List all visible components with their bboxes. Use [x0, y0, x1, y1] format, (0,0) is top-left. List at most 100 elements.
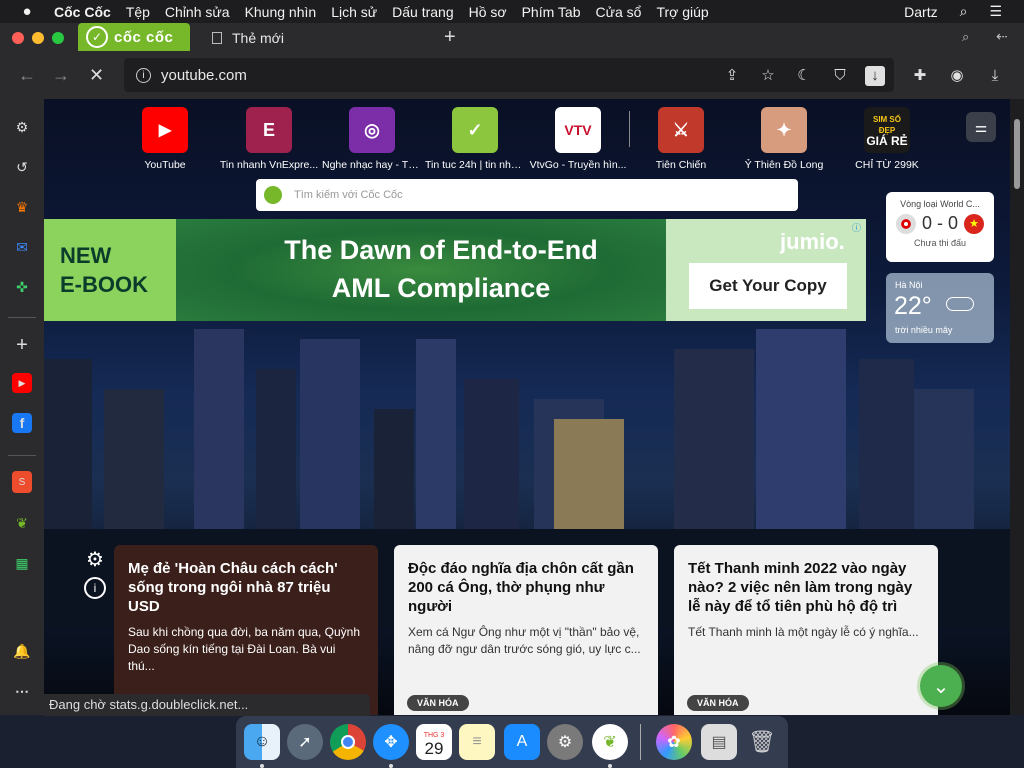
news-tag[interactable]: VĂN HÓA: [407, 695, 469, 711]
search-placeholder[interactable]: Tìm kiếm với Cốc Cốc: [294, 189, 403, 201]
menu-bookmarks[interactable]: Dấu trang: [392, 4, 453, 20]
add-app-icon[interactable]: +: [10, 333, 34, 357]
shopee-icon[interactable]: S: [12, 471, 32, 493]
speed-dial-tien-chien[interactable]: ⚔ Tiên Chiến: [631, 107, 731, 171]
gamepad-icon[interactable]: ✜: [10, 275, 34, 299]
stop-loading-button[interactable]: ✕: [89, 65, 104, 86]
back-arrow-icon[interactable]: ⇠: [996, 28, 1008, 45]
control-center-icon[interactable]: ☰: [989, 3, 1002, 20]
speed-dial-divider: [629, 111, 630, 147]
notes-icon[interactable]: ≡: [459, 724, 495, 760]
dark-mode-icon[interactable]: ☾: [794, 66, 814, 86]
search-box[interactable]: Tìm kiếm với Cốc Cốc: [256, 179, 798, 211]
app-store-icon[interactable]: A: [504, 724, 540, 760]
news-description: Tết Thanh minh là một ngày lễ có ý nghĩa…: [688, 625, 919, 639]
new-tab-button[interactable]: +: [444, 26, 456, 49]
calendar-icon[interactable]: THG 3 29: [416, 724, 452, 760]
forward-button[interactable]: →: [52, 65, 70, 86]
sidebar-divider: [8, 317, 36, 318]
back-button[interactable]: ←: [18, 65, 36, 86]
share-icon[interactable]: ⇪: [722, 66, 742, 86]
new-tab-page: ▶ YouTube E Tin nhanh VnExpre... ◎ Nghe …: [44, 99, 1010, 715]
speed-dial-youtube[interactable]: ▶ YouTube: [115, 107, 215, 171]
more-options-icon[interactable]: ⋯: [10, 679, 34, 703]
menu-profiles[interactable]: Hồ sơ: [469, 4, 507, 20]
sim-tile-line2: GIÁ RẺ: [866, 133, 908, 148]
spreadsheet-icon[interactable]: ▦: [10, 551, 34, 575]
scrollbar-thumb[interactable]: [1014, 119, 1020, 189]
dock-divider: [640, 724, 641, 760]
youtube-sidebar-icon[interactable]: ▶: [12, 373, 32, 393]
adchoices-icon[interactable]: ⓘ: [852, 221, 864, 233]
speed-dial-vnexpress[interactable]: E Tin nhanh VnExpre...: [219, 107, 319, 171]
finder-icon[interactable]: ☺: [244, 724, 280, 760]
history-icon[interactable]: ↺: [10, 155, 34, 179]
zoom-window-button[interactable]: [52, 32, 64, 44]
speed-dial-y-thien[interactable]: ✦ Ỷ Thiên Đồ Long: [734, 107, 834, 171]
macos-dock: ☺ ➚ ✥ THG 3 29 ≡ A ⚙ ❦ ✿ ▤ 🗑: [236, 716, 788, 768]
page-scrollbar[interactable]: [1010, 99, 1024, 715]
menu-help[interactable]: Trợ giúp: [656, 4, 708, 20]
menu-tabs[interactable]: Phím Tab: [522, 4, 581, 20]
news-title[interactable]: Mẹ đẻ 'Hoàn Châu cách cách' sống trong n…: [128, 559, 364, 616]
news-title[interactable]: Tết Thanh minh 2022 vào ngày nào? 2 việc…: [688, 559, 924, 616]
sidebar: ⚙ ↺ ♛ ✉ ✜ + ▶ f S ❦ ▦ 🔔 ⋯: [0, 99, 44, 715]
news-title[interactable]: Độc đáo nghĩa địa chôn cất gần 200 cá Ôn…: [408, 559, 644, 616]
feed-settings-icon[interactable]: ⚙: [84, 548, 106, 571]
settings-gear-icon[interactable]: ⚙: [10, 115, 34, 139]
weather-widget[interactable]: Hà Nội 22° trời nhiều mây: [886, 273, 994, 343]
extensions-icon[interactable]: ✚: [910, 66, 930, 86]
bookmark-star-icon[interactable]: ☆: [758, 66, 778, 86]
url-text[interactable]: youtube.com: [161, 67, 247, 84]
downloads-icon[interactable]: ⤓: [985, 66, 1005, 86]
launchpad-icon[interactable]: ➚: [287, 724, 323, 760]
ad-cta-button[interactable]: Get Your Copy: [689, 263, 847, 309]
news-card[interactable]: Độc đáo nghĩa địa chôn cất gần 200 cá Ôn…: [394, 545, 658, 715]
speed-dial-music[interactable]: ◎ Nghe nhạc hay - Tả...: [322, 107, 422, 171]
coccoc-brand-tab[interactable]: ✓ cốc cốc: [78, 23, 190, 51]
match-score: 0 - 0: [921, 213, 959, 233]
menu-file[interactable]: Tệp: [126, 4, 150, 20]
news-tag[interactable]: VĂN HÓA: [687, 695, 749, 711]
menu-edit[interactable]: Chỉnh sửa: [165, 4, 230, 20]
news-card[interactable]: Tết Thanh minh 2022 vào ngày nào? 2 việc…: [674, 545, 938, 715]
apple-icon[interactable]: ●: [14, 3, 40, 20]
world-cup-widget[interactable]: Vòng loại World C... 0 - 0 ★ Chưa thi đấ…: [886, 192, 994, 262]
profile-icon[interactable]: ◉: [947, 66, 967, 86]
close-window-button[interactable]: [12, 32, 24, 44]
ad-banner[interactable]: NEW E-BOOK The Dawn of End-to-End AML Co…: [44, 219, 866, 321]
trash-icon[interactable]: 🗑: [744, 724, 780, 760]
messenger-icon[interactable]: ✉: [10, 235, 34, 259]
address-bar[interactable]: i youtube.com: [124, 58, 894, 92]
shield-icon[interactable]: ⛉: [830, 66, 850, 86]
menu-user[interactable]: Dartz: [904, 4, 937, 20]
news-card[interactable]: Mẹ đẻ 'Hoàn Châu cách cách' sống trong n…: [114, 545, 378, 715]
spotlight-search-icon[interactable]: ⌕: [960, 3, 968, 20]
menu-history[interactable]: Lịch sử: [331, 4, 377, 20]
scroll-down-button[interactable]: ⌄: [920, 665, 962, 707]
crown-icon[interactable]: ♛: [10, 195, 34, 219]
menu-window[interactable]: Cửa sổ: [595, 4, 641, 20]
safari-icon[interactable]: ✥: [373, 724, 409, 760]
system-preferences-icon[interactable]: ⚙: [547, 724, 583, 760]
tab-new-tab[interactable]: Thẻ mới: [200, 24, 438, 51]
speed-dial-vtvgo[interactable]: VTV VtvGo - Truyền hìn...: [528, 107, 628, 171]
menu-app-name[interactable]: Cốc Cốc: [54, 4, 111, 20]
menu-view[interactable]: Khung nhìn: [245, 4, 317, 20]
customize-page-button[interactable]: ⚌: [966, 112, 996, 142]
photos-icon[interactable]: ✿: [656, 724, 692, 760]
speed-dial-sim[interactable]: SIM SỐ ĐẸP GIÁ RẺ CHỈ TỪ 299K: [837, 107, 937, 171]
tab-search-icon[interactable]: ⌕: [962, 29, 969, 45]
speed-dial-news[interactable]: ✓ Tin tuc 24h | tin nha...: [425, 107, 525, 171]
facebook-icon[interactable]: f: [12, 413, 32, 433]
site-info-icon[interactable]: i: [136, 67, 151, 83]
notification-bell-icon[interactable]: 🔔: [10, 639, 34, 663]
document-icon[interactable]: ▤: [701, 724, 737, 760]
minimize-window-button[interactable]: [32, 32, 44, 44]
music-icon: ◎: [349, 107, 395, 153]
savior-download-icon[interactable]: ↓: [865, 66, 885, 86]
coccoc-leaf-icon[interactable]: ❦: [10, 511, 34, 535]
chrome-icon[interactable]: [330, 724, 366, 760]
info-icon[interactable]: i: [84, 577, 106, 599]
coccoc-dock-icon[interactable]: ❦: [592, 724, 628, 760]
